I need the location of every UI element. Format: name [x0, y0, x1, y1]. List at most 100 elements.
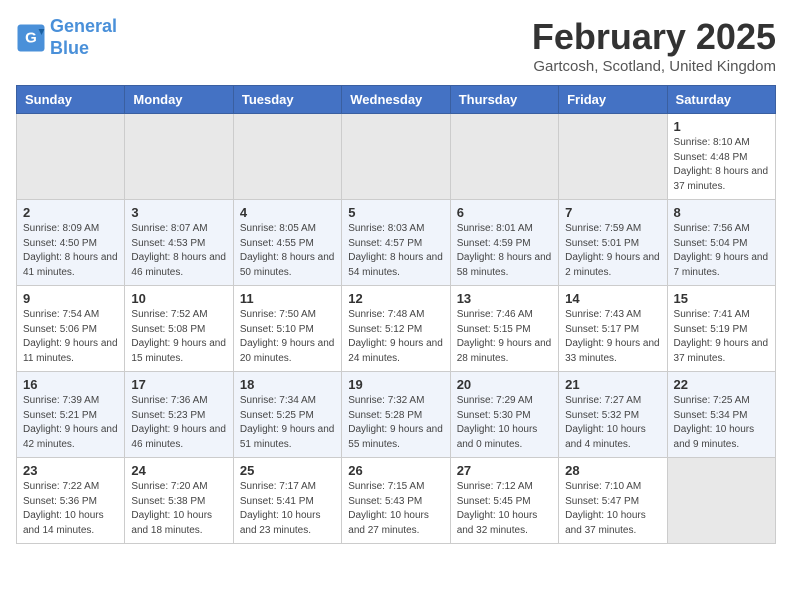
day-number: 13 [457, 291, 552, 306]
day-info: Sunrise: 8:09 AMSunset: 4:50 PMDaylight:… [23, 222, 118, 280]
day-cell [233, 114, 341, 200]
week-row-1: 1Sunrise: 8:10 AMSunset: 4:48 PMDaylight… [17, 114, 776, 200]
day-number: 2 [23, 205, 118, 220]
svg-text:G: G [25, 29, 37, 46]
day-number: 25 [240, 463, 335, 478]
day-cell [17, 114, 125, 200]
logo-blue: Blue [50, 38, 89, 58]
day-cell: 8Sunrise: 7:56 AMSunset: 5:04 PMDaylight… [667, 200, 775, 286]
location-title: Gartcosh, Scotland, United Kingdom [532, 58, 776, 75]
day-cell [342, 114, 450, 200]
day-info: Sunrise: 8:10 AMSunset: 4:48 PMDaylight:… [674, 136, 769, 194]
day-number: 7 [565, 205, 660, 220]
day-info: Sunrise: 7:59 AMSunset: 5:01 PMDaylight:… [565, 222, 660, 280]
day-number: 19 [348, 377, 443, 392]
day-info: Sunrise: 8:03 AMSunset: 4:57 PMDaylight:… [348, 222, 443, 280]
day-number: 27 [457, 463, 552, 478]
day-cell: 6 Sunrise: 8:01 AMSunset: 4:59 PMDaylight… [450, 200, 558, 286]
day-cell: 11 Sunrise: 7:50 AMSunset: 5:10 PMDayligh… [233, 286, 341, 372]
day-number: 15 [674, 291, 769, 306]
day-info: Sunrise: 7:32 AMSunset: 5:28 PMDaylight:… [348, 394, 443, 452]
day-info: Sunrise: 7:48 AMSunset: 5:12 PMDaylight:… [348, 308, 443, 366]
week-row-2: 2 Sunrise: 8:09 AMSunset: 4:50 PMDaylight… [17, 200, 776, 286]
day-info: Sunrise: 7:34 AMSunset: 5:25 PMDaylight:… [240, 394, 335, 452]
day-cell: 21 Sunrise: 7:27 AMSunset: 5:32 PMDayligh… [559, 372, 667, 458]
day-number: 10 [131, 291, 226, 306]
day-cell: 17 Sunrise: 7:36 AMSunset: 5:23 PMDayligh… [125, 372, 233, 458]
day-cell: 28 Sunrise: 7:10 AMSunset: 5:47 PMDayligh… [559, 458, 667, 544]
day-number: 28 [565, 463, 660, 478]
day-number: 23 [23, 463, 118, 478]
day-number: 17 [131, 377, 226, 392]
weekday-header-tuesday: Tuesday [233, 86, 341, 114]
weekday-header-row: SundayMondayTuesdayWednesdayThursdayFrid… [17, 86, 776, 114]
calendar-table: SundayMondayTuesdayWednesdayThursdayFrid… [16, 85, 776, 544]
day-cell: 10 Sunrise: 7:52 AMSunset: 5:08 PMDayligh… [125, 286, 233, 372]
day-cell: 1Sunrise: 8:10 AMSunset: 4:48 PMDaylight… [667, 114, 775, 200]
day-number: 21 [565, 377, 660, 392]
title-block: February 2025 Gartcosh, Scotland, United… [532, 16, 776, 75]
day-info: Sunrise: 7:20 AMSunset: 5:38 PMDaylight:… [131, 480, 226, 538]
day-cell: 2 Sunrise: 8:09 AMSunset: 4:50 PMDaylight… [17, 200, 125, 286]
day-cell: 27 Sunrise: 7:12 AMSunset: 5:45 PMDayligh… [450, 458, 558, 544]
day-cell: 18 Sunrise: 7:34 AMSunset: 5:25 PMDayligh… [233, 372, 341, 458]
day-cell [667, 458, 775, 544]
day-number: 18 [240, 377, 335, 392]
day-cell [559, 114, 667, 200]
day-cell: 24 Sunrise: 7:20 AMSunset: 5:38 PMDayligh… [125, 458, 233, 544]
day-number: 22 [674, 377, 769, 392]
day-info: Sunrise: 7:50 AMSunset: 5:10 PMDaylight:… [240, 308, 335, 366]
day-info: Sunrise: 7:25 AMSunset: 5:34 PMDaylight:… [674, 394, 769, 452]
day-number: 4 [240, 205, 335, 220]
day-number: 16 [23, 377, 118, 392]
day-cell: 7 Sunrise: 7:59 AMSunset: 5:01 PMDaylight… [559, 200, 667, 286]
day-cell: 22 Sunrise: 7:25 AMSunset: 5:34 PMDayligh… [667, 372, 775, 458]
day-info: Sunrise: 7:27 AMSunset: 5:32 PMDaylight:… [565, 394, 660, 452]
weekday-header-wednesday: Wednesday [342, 86, 450, 114]
day-number: 8 [674, 205, 769, 220]
day-info: Sunrise: 7:12 AMSunset: 5:45 PMDaylight:… [457, 480, 552, 538]
day-number: 26 [348, 463, 443, 478]
day-info: Sunrise: 7:54 AMSunset: 5:06 PMDaylight:… [23, 308, 118, 366]
day-number: 24 [131, 463, 226, 478]
logo-text: General Blue [50, 16, 117, 59]
day-info: Sunrise: 8:01 AMSunset: 4:59 PMDaylight:… [457, 222, 552, 280]
day-info: Sunrise: 7:17 AMSunset: 5:41 PMDaylight:… [240, 480, 335, 538]
day-cell: 15 Sunrise: 7:41 AMSunset: 5:19 PMDayligh… [667, 286, 775, 372]
page-header: G General Blue February 2025 Gartcosh, S… [16, 16, 776, 75]
month-title: February 2025 [532, 16, 776, 58]
day-info: Sunrise: 8:07 AMSunset: 4:53 PMDaylight:… [131, 222, 226, 280]
day-cell: 12 Sunrise: 7:48 AMSunset: 5:12 PMDayligh… [342, 286, 450, 372]
day-number: 11 [240, 291, 335, 306]
day-info: Sunrise: 7:46 AMSunset: 5:15 PMDaylight:… [457, 308, 552, 366]
day-number: 12 [348, 291, 443, 306]
day-info: Sunrise: 7:22 AMSunset: 5:36 PMDaylight:… [23, 480, 118, 538]
day-info: Sunrise: 8:05 AMSunset: 4:55 PMDaylight:… [240, 222, 335, 280]
weekday-header-thursday: Thursday [450, 86, 558, 114]
day-number: 3 [131, 205, 226, 220]
logo-general: General [50, 16, 117, 36]
week-row-3: 9 Sunrise: 7:54 AMSunset: 5:06 PMDaylight… [17, 286, 776, 372]
weekday-header-friday: Friday [559, 86, 667, 114]
day-info: Sunrise: 7:39 AMSunset: 5:21 PMDaylight:… [23, 394, 118, 452]
weekday-header-monday: Monday [125, 86, 233, 114]
week-row-5: 23 Sunrise: 7:22 AMSunset: 5:36 PMDayligh… [17, 458, 776, 544]
day-info: Sunrise: 7:41 AMSunset: 5:19 PMDaylight:… [674, 308, 769, 366]
day-info: Sunrise: 7:36 AMSunset: 5:23 PMDaylight:… [131, 394, 226, 452]
day-cell: 26Sunrise: 7:15 AMSunset: 5:43 PMDayligh… [342, 458, 450, 544]
day-info: Sunrise: 7:29 AMSunset: 5:30 PMDaylight:… [457, 394, 552, 452]
day-number: 5 [348, 205, 443, 220]
day-cell: 23 Sunrise: 7:22 AMSunset: 5:36 PMDayligh… [17, 458, 125, 544]
day-number: 9 [23, 291, 118, 306]
weekday-header-sunday: Sunday [17, 86, 125, 114]
day-cell: 19 Sunrise: 7:32 AMSunset: 5:28 PMDayligh… [342, 372, 450, 458]
week-row-4: 16 Sunrise: 7:39 AMSunset: 5:21 PMDayligh… [17, 372, 776, 458]
day-cell: 13 Sunrise: 7:46 AMSunset: 5:15 PMDayligh… [450, 286, 558, 372]
day-info: Sunrise: 7:52 AMSunset: 5:08 PMDaylight:… [131, 308, 226, 366]
logo-icon: G [16, 23, 46, 53]
day-number: 6 [457, 205, 552, 220]
day-cell [450, 114, 558, 200]
day-cell: 3 Sunrise: 8:07 AMSunset: 4:53 PMDaylight… [125, 200, 233, 286]
weekday-header-saturday: Saturday [667, 86, 775, 114]
day-info: Sunrise: 7:10 AMSunset: 5:47 PMDaylight:… [565, 480, 660, 538]
